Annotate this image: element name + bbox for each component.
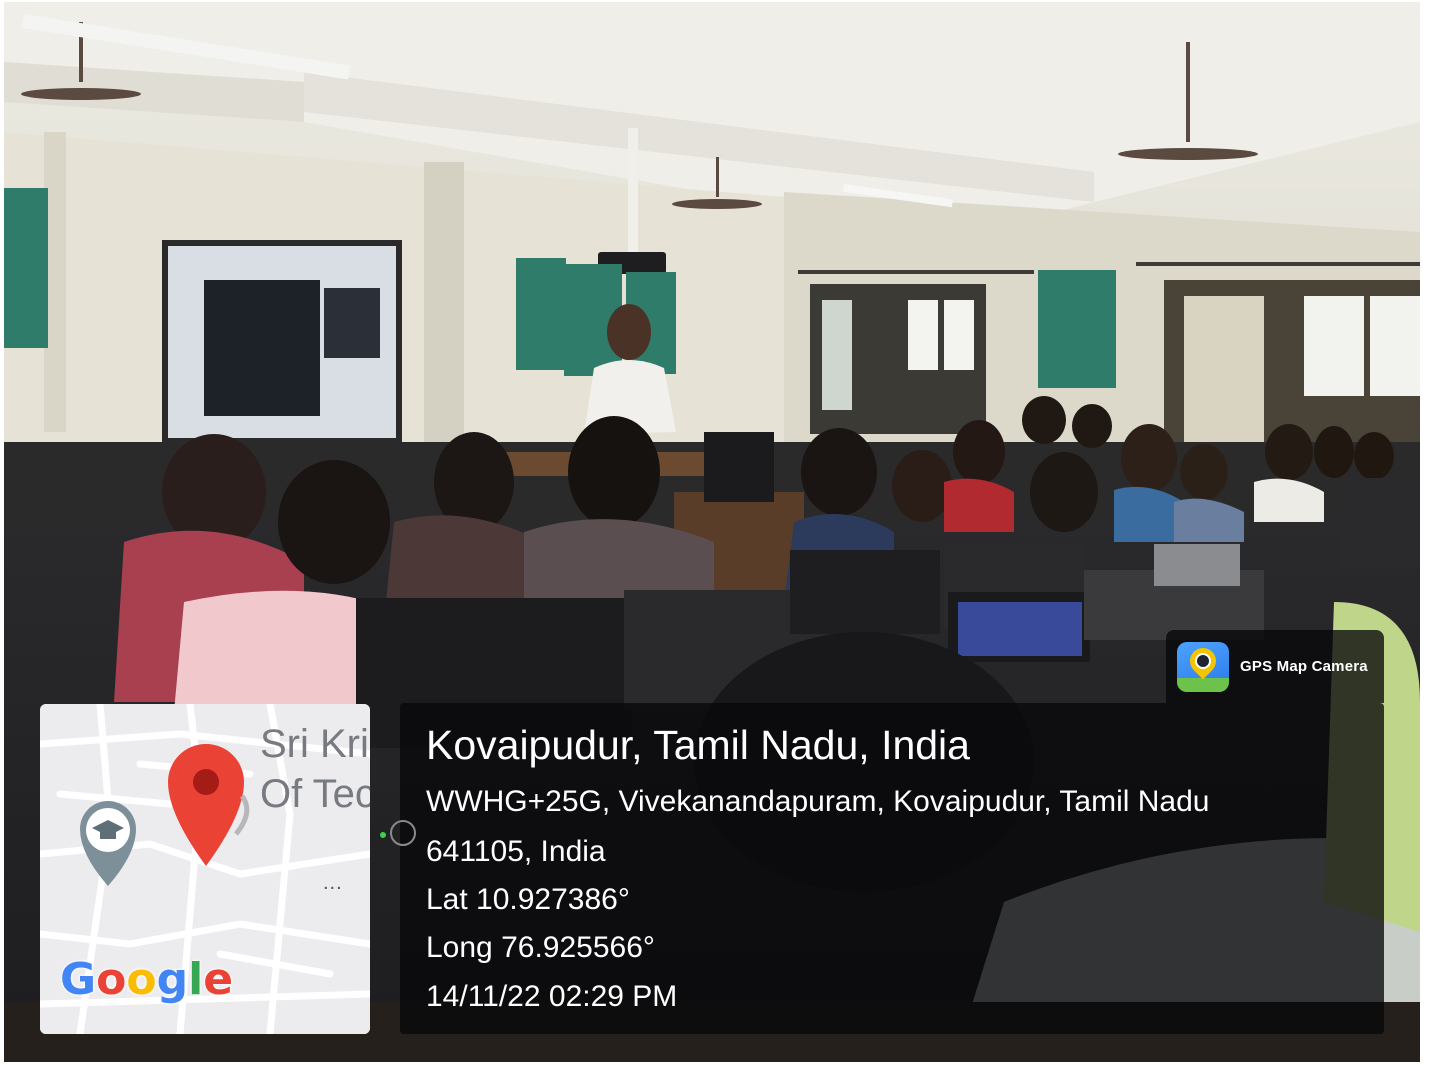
address-line-1: WWHG+25G, Vivekanandapuram, Kovaipudur, … [426, 785, 1210, 818]
google-logo-letter: g [156, 954, 189, 1005]
address-line-2: 641105, India [426, 835, 606, 868]
timestamp-text: 14/11/22 02:29 PM [426, 980, 678, 1013]
google-logo-letter: o [96, 954, 127, 1005]
google-logo-letter: G [60, 954, 97, 1005]
app-name-label: GPS Map Camera [1240, 658, 1368, 675]
location-title: Kovaipudur, Tamil Nadu, India [426, 722, 970, 768]
camera-focus-dot [380, 832, 386, 838]
map-place-label-line2: Of Tec [260, 772, 370, 816]
longitude-text: Long 76.925566° [426, 931, 655, 964]
gps-map-camera-badge: GPS Map Camera [1166, 630, 1384, 703]
map-place-label-line1: Sri Kri [260, 722, 369, 766]
google-logo-letter: o [126, 954, 157, 1005]
google-logo-letter: e [203, 954, 234, 1005]
camera-focus-ring [390, 820, 416, 846]
latitude-text: Lat 10.927386° [426, 883, 630, 916]
google-logo-letter: l [188, 954, 204, 1005]
google-logo: Google [60, 954, 233, 1005]
gps-map-camera-icon [1177, 642, 1229, 692]
map-more-dots: ... [323, 872, 343, 894]
map-thumbnail: Sri Kri Of Tec ... Google [40, 704, 370, 1034]
